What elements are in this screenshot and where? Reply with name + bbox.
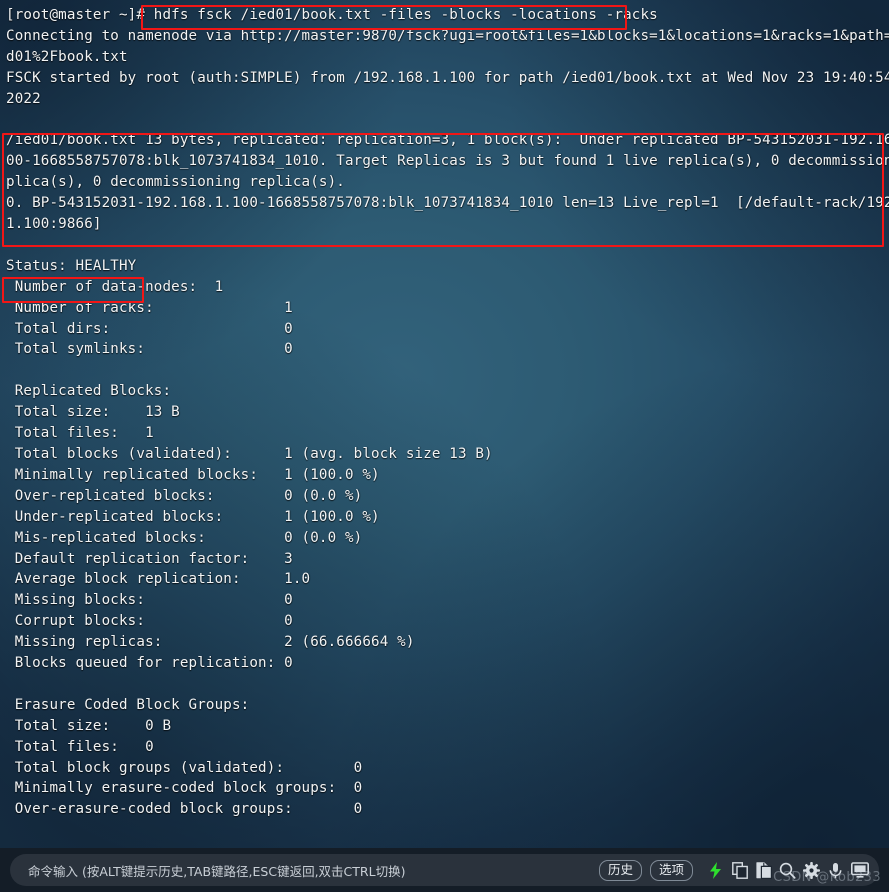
terminal-line: plica(s), 0 decommissioning replica(s). <box>6 174 345 191</box>
terminal-line: Total symlinks: 0 <box>6 341 293 358</box>
terminal-line: Average block replication: 1.0 <box>6 571 311 588</box>
terminal-line: Total blocks (validated): 1 (avg. block … <box>6 445 493 462</box>
terminal-line: Total files: 1 <box>6 425 154 442</box>
terminal-line: Missing blocks: 0 <box>6 592 293 609</box>
terminal-line: Default replication factor: 3 <box>6 550 293 567</box>
monitor-icon[interactable] <box>850 860 869 880</box>
terminal-line: Mis-replicated blocks: 0 (0.0 %) <box>6 529 363 546</box>
command-input-bar[interactable]: 命令输入 (按ALT键提示历史,TAB键路径,ESC键返回,双击CTRL切换) … <box>10 854 879 886</box>
terminal-line: d01%2Fbook.txt <box>6 48 128 65</box>
terminal-line: FSCK started by root (auth:SIMPLE) from … <box>6 69 889 86</box>
terminal-line: Over-erasure-coded block groups: 0 <box>6 801 363 818</box>
terminal-output[interactable]: [root@master ~]# hdfs fsck /ied01/book.t… <box>0 0 889 820</box>
fsck-status-line: Status: HEALTHY <box>6 257 137 274</box>
terminal-line: 1.100:9866] <box>6 216 102 233</box>
options-button[interactable]: 选项 <box>649 859 693 881</box>
terminal-line: Blocks queued for replication: 0 <box>6 655 293 672</box>
terminal-line: Total dirs: 0 <box>6 320 293 337</box>
terminal-line: 2022 <box>6 90 41 107</box>
terminal-line: Total block groups (validated): 0 <box>6 759 363 776</box>
gear-icon[interactable] <box>802 860 821 880</box>
terminal-line: 0. BP-543152031-192.168.1.100-1668558757… <box>6 195 889 212</box>
command-input-placeholder: 命令输入 (按ALT键提示历史,TAB键路径,ESC键返回,双击CTRL切换) <box>28 863 406 879</box>
search-icon[interactable] <box>778 860 797 880</box>
terminal-line: Erasure Coded Block Groups: <box>6 696 250 713</box>
terminal-line: Corrupt blocks: 0 <box>6 613 293 630</box>
terminal-line: Replicated Blocks: <box>6 383 172 400</box>
paste-icon[interactable] <box>754 860 773 880</box>
terminal-line: Connecting to namenode via http://master… <box>6 27 889 44</box>
terminal-window: [root@master ~]# hdfs fsck /ied01/book.t… <box>0 0 889 892</box>
terminal-line: Missing replicas: 2 (66.666664 %) <box>6 634 415 651</box>
terminal-line: Number of racks: 1 <box>6 299 293 316</box>
terminal-line: Over-replicated blocks: 0 (0.0 %) <box>6 487 363 504</box>
history-button[interactable]: 历史 <box>598 859 642 881</box>
terminal-line: Total size: 13 B <box>6 404 180 421</box>
terminal-line: /ied01/book.txt 13 bytes, replicated: re… <box>6 132 889 149</box>
terminal-line: Total files: 0 <box>6 738 154 755</box>
copy-icon[interactable] <box>730 860 749 880</box>
terminal-line: Minimally erasure-coded block groups: 0 <box>6 780 363 797</box>
terminal-line: Number of data-nodes: 1 <box>6 278 224 295</box>
microphone-icon[interactable] <box>826 860 845 880</box>
terminal-line: [root@master ~]# hdfs fsck /ied01/book.t… <box>6 7 658 23</box>
terminal-line: Total size: 0 B <box>6 717 172 734</box>
terminal-line: Under-replicated blocks: 1 (100.0 %) <box>6 508 380 525</box>
terminal-line: Minimally replicated blocks: 1 (100.0 %) <box>6 466 380 483</box>
status-bar: 命令输入 (按ALT键提示历史,TAB键路径,ESC键返回,双击CTRL切换) … <box>0 848 889 892</box>
terminal-line: 00-1668558757078:blk_1073741834_1010. Ta… <box>6 153 889 170</box>
lightning-icon[interactable] <box>706 860 725 880</box>
